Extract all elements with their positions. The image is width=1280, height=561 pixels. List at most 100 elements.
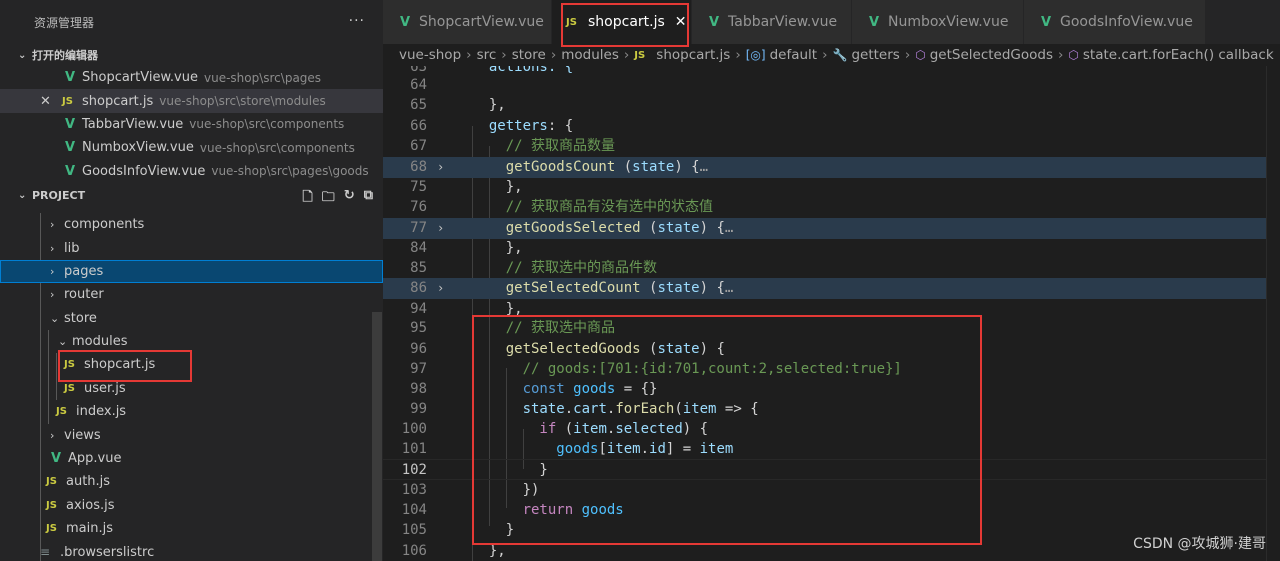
chevron-right-icon[interactable]: ›	[437, 278, 444, 299]
tab-tabbarview[interactable]: V TabbarView.vue	[692, 0, 852, 44]
js-file-icon: JS	[62, 95, 73, 107]
breadcrumb: vue-shop › src › store › modules › JS sh…	[383, 44, 1280, 66]
breadcrumb-item[interactable]: modules	[561, 47, 619, 63]
highlight-box-code	[472, 315, 982, 545]
vue-file-icon: V	[64, 116, 76, 132]
tab-goodsinfoview[interactable]: V GoodsInfoView.vue	[1024, 0, 1206, 44]
explorer-title: 资源管理器	[34, 15, 95, 30]
tree-file[interactable]: ≡ .browserslistrc	[0, 540, 383, 561]
tree-file[interactable]: JS axios.js	[0, 494, 383, 517]
vue-file-icon: V	[868, 14, 880, 30]
code-token: state	[632, 159, 675, 175]
more-actions-icon[interactable]: ···	[349, 13, 365, 29]
watermark: CSDN @攻城狮·建哥	[1133, 536, 1266, 552]
js-file-icon: JS	[634, 49, 646, 61]
line-number: 64	[410, 77, 427, 93]
sidebar-scrollbar[interactable]	[372, 312, 382, 561]
fold-ellipsis[interactable]: …	[725, 280, 733, 296]
tree-file[interactable]: JS main.js	[0, 517, 383, 540]
editor-scrollbar[interactable]	[1266, 66, 1280, 561]
tree-item-label: modules	[72, 334, 128, 350]
vue-file-icon: V	[1040, 14, 1052, 30]
code-line-folded: 77 › getGoodsSelected (state) {…	[383, 218, 1280, 239]
open-editor-path: vue-shop\src\components	[199, 140, 355, 155]
open-editor-item-active[interactable]: ✕ JS shopcart.js vue-shop\src\store\modu…	[0, 89, 383, 113]
code-line: 64	[383, 75, 1280, 96]
code-line-folded: 68 › getGoodsCount (state) {…	[383, 157, 1280, 178]
chevron-right-icon[interactable]: ›	[437, 157, 444, 178]
tree-item-label: auth.js	[66, 474, 111, 490]
code-text: },	[472, 97, 506, 113]
code-text: },	[472, 240, 523, 256]
code-line: 76 // 获取商品有没有选中的状态值	[383, 197, 1280, 218]
open-editor-path: vue-shop\src\components	[189, 117, 345, 132]
project-header[interactable]: ⌄ PROJECT 🗋 🗀 ↻ ⧉	[0, 185, 383, 207]
breadcrumb-item[interactable]: getters	[851, 47, 899, 63]
line-number: 77	[410, 220, 427, 236]
tree-folder[interactable]: › lib	[0, 236, 383, 259]
chevron-right-icon: ›	[904, 47, 911, 63]
new-folder-icon[interactable]: 🗀	[322, 188, 335, 210]
open-editor-item[interactable]: V GoodsInfoView.vue vue-shop\src\pages\g…	[0, 160, 383, 183]
chevron-right-icon: ›	[50, 218, 55, 232]
open-editors-header[interactable]: ⌄ 打开的编辑器	[0, 44, 383, 66]
code-line: 84 },	[383, 238, 1280, 259]
code-token: (	[640, 220, 658, 236]
tree-item-label: axios.js	[66, 497, 115, 513]
chevron-right-icon: ›	[50, 428, 55, 442]
vue-file-icon: V	[64, 163, 76, 179]
chevron-down-icon: ⌄	[18, 190, 27, 202]
close-icon[interactable]: ✕	[40, 94, 51, 109]
fold-ellipsis[interactable]: …	[725, 220, 733, 236]
chevron-down-icon: ⌄	[58, 335, 68, 349]
open-editor-name: TabbarView.vue	[82, 116, 184, 132]
file-lines-icon: ≡	[40, 545, 51, 560]
tree-item-label: App.vue	[68, 451, 122, 467]
fold-ellipsis[interactable]: …	[700, 159, 708, 175]
line-number: 102	[401, 462, 427, 478]
line-number: 98	[410, 381, 427, 397]
tab-label: NumboxView.vue	[888, 14, 1009, 30]
code-token: getSelectedCount	[472, 280, 641, 296]
code-line-folded: 86 › getSelectedCount (state) {…	[383, 278, 1280, 299]
line-number: 76	[410, 199, 427, 215]
method-icon: ⬡	[915, 48, 926, 62]
code-token: (	[640, 280, 658, 296]
breadcrumb-item[interactable]: vue-shop	[399, 47, 461, 63]
tree-folder-open[interactable]: ⌄ store	[0, 307, 383, 330]
collapse-all-icon[interactable]: ⧉	[364, 188, 373, 210]
tree-file[interactable]: JS index.js	[0, 400, 383, 423]
tree-folder-selected[interactable]: › pages	[0, 259, 383, 284]
refresh-icon[interactable]: ↻	[344, 188, 355, 210]
tab-shopcartview[interactable]: V ShopcartView.vue	[383, 0, 552, 44]
line-number: 101	[401, 441, 427, 457]
tree-folder[interactable]: › views	[0, 423, 383, 446]
new-file-icon[interactable]: 🗋	[302, 188, 312, 210]
tab-numboxview[interactable]: V NumboxView.vue	[852, 0, 1024, 44]
breadcrumb-item[interactable]: getSelectedGoods	[930, 47, 1053, 63]
code-comment: // 获取商品数量	[472, 138, 616, 154]
code-text: },	[472, 179, 523, 195]
line-number: 75	[410, 179, 427, 195]
tree-folder[interactable]: › router	[0, 283, 383, 306]
breadcrumb-item[interactable]: shopcart.js	[656, 47, 730, 63]
tree-item-label: .browserslistrc	[60, 544, 155, 560]
chevron-right-icon[interactable]: ›	[437, 218, 444, 239]
open-editor-path: vue-shop\src\store\modules	[159, 94, 326, 109]
breadcrumb-item[interactable]: state.cart.forEach() callback	[1083, 47, 1274, 63]
open-editor-item[interactable]: V NumboxView.vue vue-shop\src\components	[0, 136, 383, 159]
tree-file[interactable]: V App.vue	[0, 447, 383, 470]
breadcrumb-item[interactable]: src	[477, 47, 497, 63]
open-editor-item[interactable]: V ShopcartView.vue vue-shop\src\pages	[0, 66, 383, 89]
tree-file[interactable]: JS auth.js	[0, 470, 383, 493]
js-file-icon: JS	[46, 523, 57, 535]
open-editor-name: shopcart.js	[82, 93, 154, 109]
breadcrumb-item[interactable]: default	[770, 47, 818, 63]
breadcrumb-item[interactable]: store	[512, 47, 546, 63]
open-editor-item[interactable]: V TabbarView.vue vue-shop\src\components	[0, 113, 383, 136]
code-comment: // 获取商品有没有选中的状态值	[472, 199, 714, 215]
line-number: 96	[410, 341, 427, 357]
tree-folder[interactable]: › components	[0, 213, 383, 236]
highlight-box-file	[58, 350, 192, 382]
code-token: state	[657, 280, 700, 296]
